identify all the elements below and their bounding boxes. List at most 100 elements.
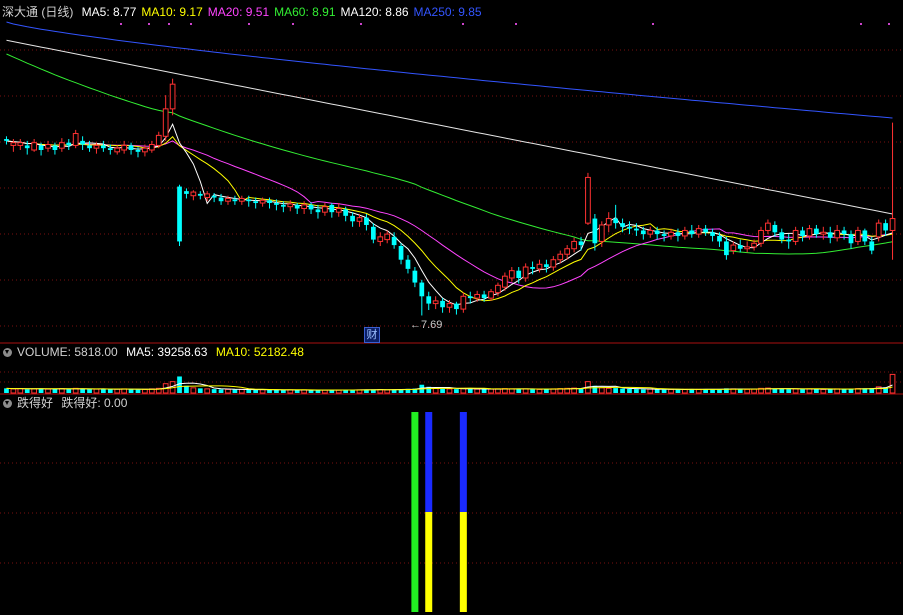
candle-body-up <box>301 204 307 210</box>
candle-body-up <box>58 142 65 149</box>
candle-body-up <box>585 176 591 224</box>
candle-body-down <box>620 223 625 227</box>
volume-bar <box>488 388 494 394</box>
pane-menu-icon[interactable] <box>3 348 12 357</box>
candle-body-down <box>24 145 30 149</box>
candle-body-up <box>162 108 169 137</box>
candle-body-up <box>855 229 861 242</box>
candle-body-up <box>598 224 605 242</box>
top-marker-dot <box>860 23 862 25</box>
candle-body-down <box>370 226 376 240</box>
top-marker-dot <box>462 23 464 25</box>
volume-bar <box>259 389 266 394</box>
volume-bar <box>467 388 473 393</box>
candle-body-down <box>578 241 584 246</box>
candle-body-down <box>710 232 715 236</box>
price-pane-header: 深大通 (日线) MA5: 8.77 MA10: 9.17 MA20: 9.51 MA… <box>0 4 492 20</box>
candle-body-up <box>792 229 799 242</box>
ma10-line <box>6 135 893 302</box>
candle-body-down <box>883 223 888 231</box>
volume-bar <box>744 388 751 394</box>
candle-body-down <box>419 282 425 297</box>
candle-body-down <box>329 204 335 213</box>
top-marker-dot <box>148 23 150 25</box>
candle-body-down <box>315 209 321 213</box>
ma-legend-item: MA5: 8.77 <box>81 5 137 19</box>
ma20-line <box>6 140 893 289</box>
candle-body-up <box>682 229 688 237</box>
volume-bar <box>432 387 439 394</box>
chart-canvas[interactable] <box>0 0 903 615</box>
candle-body-down <box>343 209 349 216</box>
candle-body-up <box>744 246 751 250</box>
candle-body-down <box>689 230 695 235</box>
volume-bar <box>45 388 51 394</box>
volume-bar <box>605 387 612 394</box>
candle-body-up <box>765 222 771 231</box>
candle-body-down <box>613 218 619 224</box>
indicator-bar-segment <box>425 512 433 612</box>
volume-bar <box>384 389 391 394</box>
candle-body-down <box>101 145 106 149</box>
candle-body-down <box>675 232 681 236</box>
volume-bar <box>80 388 85 393</box>
top-marker-dot <box>292 23 294 25</box>
candle-body-up <box>93 144 100 149</box>
volume-bar <box>267 389 272 393</box>
volume-bar <box>536 388 543 394</box>
candle-body-down <box>440 300 445 308</box>
candle-body-down <box>454 303 459 310</box>
candle-body-down <box>544 264 549 268</box>
candle-body-down <box>4 139 9 141</box>
volume-bar <box>184 385 189 393</box>
candle-body-down <box>87 145 92 149</box>
volume-bar <box>280 390 286 393</box>
candle-body-down <box>253 201 259 204</box>
top-markers <box>120 23 890 25</box>
indicator-bar-segment <box>459 512 467 612</box>
volume-bar <box>613 388 619 393</box>
candle-body-up <box>335 208 342 213</box>
candle-body-down <box>814 228 819 235</box>
volume-bar <box>474 388 481 394</box>
candle-body-down <box>308 204 314 210</box>
top-marker-dot <box>652 23 654 25</box>
candle-body-down <box>717 235 722 242</box>
volume-bar <box>841 389 847 393</box>
volume-bar <box>24 389 30 393</box>
candle-body-up <box>571 240 577 250</box>
candle-body-down <box>827 232 833 238</box>
candle-body-up <box>730 244 737 252</box>
ma-legend-item: MA250: 9.85 <box>413 5 482 19</box>
candle-body-down <box>107 148 113 150</box>
volume-bar <box>737 389 743 393</box>
candle-body-down <box>232 199 238 202</box>
volume-bar <box>197 388 203 393</box>
candle-body-down <box>862 230 868 242</box>
candle-body-down <box>364 217 369 225</box>
volume-bar <box>107 389 113 393</box>
volume-bar <box>814 389 819 393</box>
candle-body-down <box>661 234 667 236</box>
indicator-bar-segment <box>411 412 419 612</box>
candle-body-down <box>654 230 660 235</box>
volume-bar <box>114 388 121 394</box>
candle-body-down <box>779 232 785 240</box>
volume-bar <box>522 388 529 394</box>
candle-body-down <box>52 145 58 150</box>
pane-menu-icon[interactable] <box>3 399 12 408</box>
stock-title[interactable]: 深大通 (日线) <box>2 5 73 19</box>
volume-bar <box>786 389 792 393</box>
volume-bar <box>440 388 445 393</box>
volume-bar <box>142 388 148 394</box>
volume-bar <box>710 389 715 393</box>
volume-bar <box>530 389 535 393</box>
ma-legend-item: MA10: 9.17 <box>141 5 203 19</box>
volume-bar <box>52 388 58 393</box>
candle-body-up <box>121 144 128 151</box>
candle-body-up <box>446 303 453 308</box>
candle-body-up <box>384 233 391 241</box>
candle-body-down <box>516 270 522 278</box>
candle-body-down <box>218 197 224 202</box>
financial-report-tag[interactable]: 财 <box>364 327 380 343</box>
